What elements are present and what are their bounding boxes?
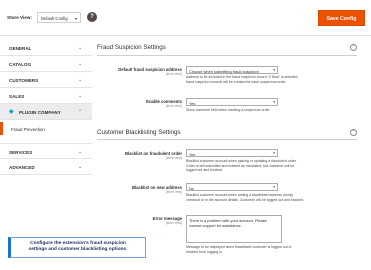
scope-label: [store view] <box>165 104 182 108</box>
sidebar-item-label: SALES <box>9 94 25 99</box>
select-value: Choose when submitting fraud suspicion <box>189 68 259 74</box>
section-title-fraud[interactable]: Fraud Suspicion Settings <box>97 44 166 51</box>
field-note: Address to be included in the fraud susp… <box>186 75 299 84</box>
scope-label: [store view] <box>165 190 182 194</box>
collapse-icon[interactable]: ⌃ <box>350 129 357 136</box>
page-header: Store View: Default Config ▾ ? Save Conf… <box>0 0 371 36</box>
field-note: Blacklist customer account when adding a… <box>186 193 304 202</box>
select-value: No <box>189 185 194 191</box>
chevron-down-icon: ⌄ <box>78 164 82 169</box>
sidebar-item-label: GENERAL <box>9 46 32 51</box>
chevron-down-icon: ⌄ <box>78 45 82 50</box>
store-view-label: Store View: <box>7 15 32 20</box>
chevron-down-icon: ▾ <box>273 151 275 156</box>
plugin-logo-icon: ◆ <box>9 109 14 115</box>
scope-label: [store view] <box>165 221 182 225</box>
default-fraud-address-select[interactable]: Choose when submitting fraud suspicion ▾ <box>186 66 278 74</box>
chevron-down-icon: ▾ <box>273 68 275 73</box>
field-note: Show comment field when marking a suspic… <box>186 108 271 112</box>
sidebar-item-label: CUSTOMERS <box>9 78 39 83</box>
chevron-down-icon: ⌄ <box>78 93 82 98</box>
store-view-value: Default Config <box>41 15 68 21</box>
field-note: Message to be displayed when blacklisted… <box>186 245 292 254</box>
scope-label: [store view] <box>165 72 182 76</box>
chevron-down-icon: ▾ <box>74 15 77 21</box>
scope-label: [store view] <box>165 156 182 160</box>
chevron-down-icon: ⌄ <box>78 149 82 154</box>
sidebar-item-plugin-company[interactable]: ◆ PLUGIN COMPANY ⌃ <box>0 104 92 120</box>
collapse-icon[interactable]: ⌃ <box>350 44 357 51</box>
help-icon[interactable]: ? <box>87 12 97 22</box>
sidebar-item-advanced[interactable]: ADVANCED ⌄ <box>0 159 92 175</box>
store-view-dropdown[interactable]: Default Config ▾ <box>37 12 81 23</box>
enable-comments-select[interactable]: Yes ▾ <box>186 98 278 106</box>
sidebar-item-catalog[interactable]: CATALOG ⌄ <box>0 56 92 72</box>
sidebar-item-label: CATALOG <box>9 62 32 67</box>
sidebar-item-label: SERVICES <box>9 150 33 155</box>
callout-line: settings and customer blacklisting optio… <box>28 247 128 253</box>
sidebar-item-general[interactable]: GENERAL ⌄ <box>0 40 92 56</box>
blacklist-new-address-select[interactable]: No ▾ <box>186 183 278 191</box>
field-note: Blacklist customer account when placing … <box>186 159 297 173</box>
config-main: Fraud Suspicion Settings ⌃ Default fraud… <box>92 36 371 270</box>
sidebar-item-label: ADVANCED <box>9 165 35 170</box>
sidebar-item-services[interactable]: SERVICES ⌄ <box>0 143 92 159</box>
chevron-down-icon: ⌄ <box>78 77 82 82</box>
sidebar-item-sales[interactable]: SALES ⌄ <box>0 88 92 104</box>
sidebar-subitem-fraud-prevention[interactable]: Fraud Prevention <box>0 122 92 135</box>
section-divider <box>97 55 357 56</box>
error-message-textarea[interactable]: There is a problem with your account. Pl… <box>186 215 282 243</box>
section-title-blacklist[interactable]: Customer Blacklisting Settings <box>97 129 181 136</box>
chevron-down-icon: ⌄ <box>78 61 82 66</box>
save-config-button[interactable]: Save Config <box>318 10 365 26</box>
chevron-down-icon: ▾ <box>273 100 275 105</box>
select-value: Yes <box>189 151 196 157</box>
chevron-down-icon: ▾ <box>273 185 275 190</box>
config-sidebar: GENERAL ⌄ CATALOG ⌄ CUSTOMERS ⌄ SALES ⌄ … <box>0 36 92 270</box>
chevron-up-icon: ⌃ <box>78 109 82 114</box>
sidebar-item-label: PLUGIN COMPANY <box>19 110 61 115</box>
info-callout: Configure the extension's fraud suspicio… <box>8 237 146 258</box>
select-value: Yes <box>189 100 196 106</box>
sidebar-item-customers[interactable]: CUSTOMERS ⌄ <box>0 72 92 88</box>
blacklist-fraudulent-order-select[interactable]: Yes ▾ <box>186 149 278 157</box>
section-divider <box>97 139 357 140</box>
